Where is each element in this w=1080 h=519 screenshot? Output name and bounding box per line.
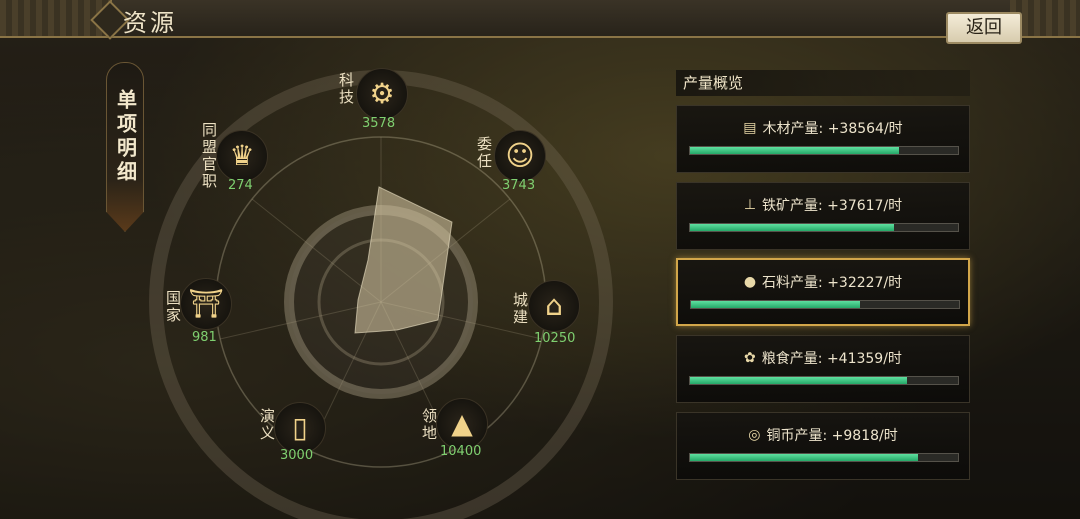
- mountain-icon: ▲: [451, 407, 473, 440]
- production-bar-stone: [690, 300, 960, 309]
- node-city[interactable]: 城建 ⌂ 10250: [511, 280, 618, 370]
- node-tech-value: 3578: [362, 116, 396, 131]
- production-card-coin[interactable]: ◎ 铜币产量: +9818/时: [676, 412, 970, 480]
- production-label-stone: 石料产量: +32227/时: [762, 275, 903, 291]
- alliance-badge-icon: ♛: [229, 139, 255, 172]
- production-label-grain: 粮食产量: +41359/时: [761, 351, 902, 367]
- node-story-value: 3000: [280, 448, 314, 463]
- back-button[interactable]: 返回: [946, 12, 1022, 44]
- wood-icon: ▤: [743, 120, 757, 136]
- coin-icon: ◎: [748, 427, 761, 443]
- official-portrait-icon: ☺: [505, 139, 535, 172]
- node-appoint[interactable]: 委任 ☺ 3743: [475, 130, 584, 220]
- production-label-coin: 铜币产量: +9818/时: [766, 428, 898, 444]
- production-card-wood[interactable]: ▤ 木材产量: +38564/时: [676, 105, 970, 173]
- node-nation-value: 981: [192, 330, 217, 345]
- production-label-iron: 铁矿产量: +37617/时: [762, 198, 903, 214]
- gear-target-icon: ⚙: [369, 77, 395, 110]
- node-tech-label: 科技: [337, 72, 355, 106]
- node-appoint-label: 委任: [475, 136, 493, 170]
- production-bar-grain: [689, 376, 959, 385]
- node-nation[interactable]: 国家 ⛩ 981: [164, 278, 270, 368]
- grain-icon: ✿: [744, 350, 756, 366]
- node-city-value: 10250: [534, 331, 576, 346]
- production-bar-iron: [689, 223, 959, 232]
- ornament-left: [0, 0, 112, 36]
- building-icon: ⌂: [545, 289, 563, 322]
- node-appoint-value: 3743: [502, 178, 536, 193]
- page-title: 资源: [123, 9, 177, 37]
- production-card-grain[interactable]: ✿ 粮食产量: +41359/时: [676, 335, 970, 403]
- production-bar-wood: [689, 146, 959, 155]
- node-story[interactable]: 演义 ▯ 3000: [258, 402, 364, 492]
- anvil-icon: ⊥: [743, 197, 757, 213]
- stone-icon: ●: [743, 274, 757, 290]
- node-alliance-value: 274: [228, 178, 253, 193]
- production-card-iron[interactable]: ⊥ 铁矿产量: +37617/时: [676, 182, 970, 250]
- node-tech[interactable]: 科技 ⚙ 3578: [337, 68, 446, 148]
- node-alliance[interactable]: 同盟官职 ♛ 274: [200, 122, 306, 220]
- node-territory[interactable]: 领地 ▲ 10400: [420, 398, 526, 488]
- node-territory-value: 10400: [440, 444, 482, 459]
- production-overview-title: 产量概览: [676, 70, 970, 96]
- production-card-stone[interactable]: ● 石料产量: +32227/时: [676, 258, 970, 326]
- resource-radar: 科技 ⚙ 3578 委任 ☺ 3743 城建 ⌂ 10250 领地 ▲ 1040…: [140, 50, 620, 519]
- tab-single-detail[interactable]: 单项明细: [106, 62, 144, 232]
- scroll-icon: ▯: [292, 411, 308, 444]
- production-bar-coin: [689, 453, 959, 462]
- palace-icon: ⛩: [188, 287, 224, 320]
- production-label-wood: 木材产量: +38564/时: [762, 121, 903, 137]
